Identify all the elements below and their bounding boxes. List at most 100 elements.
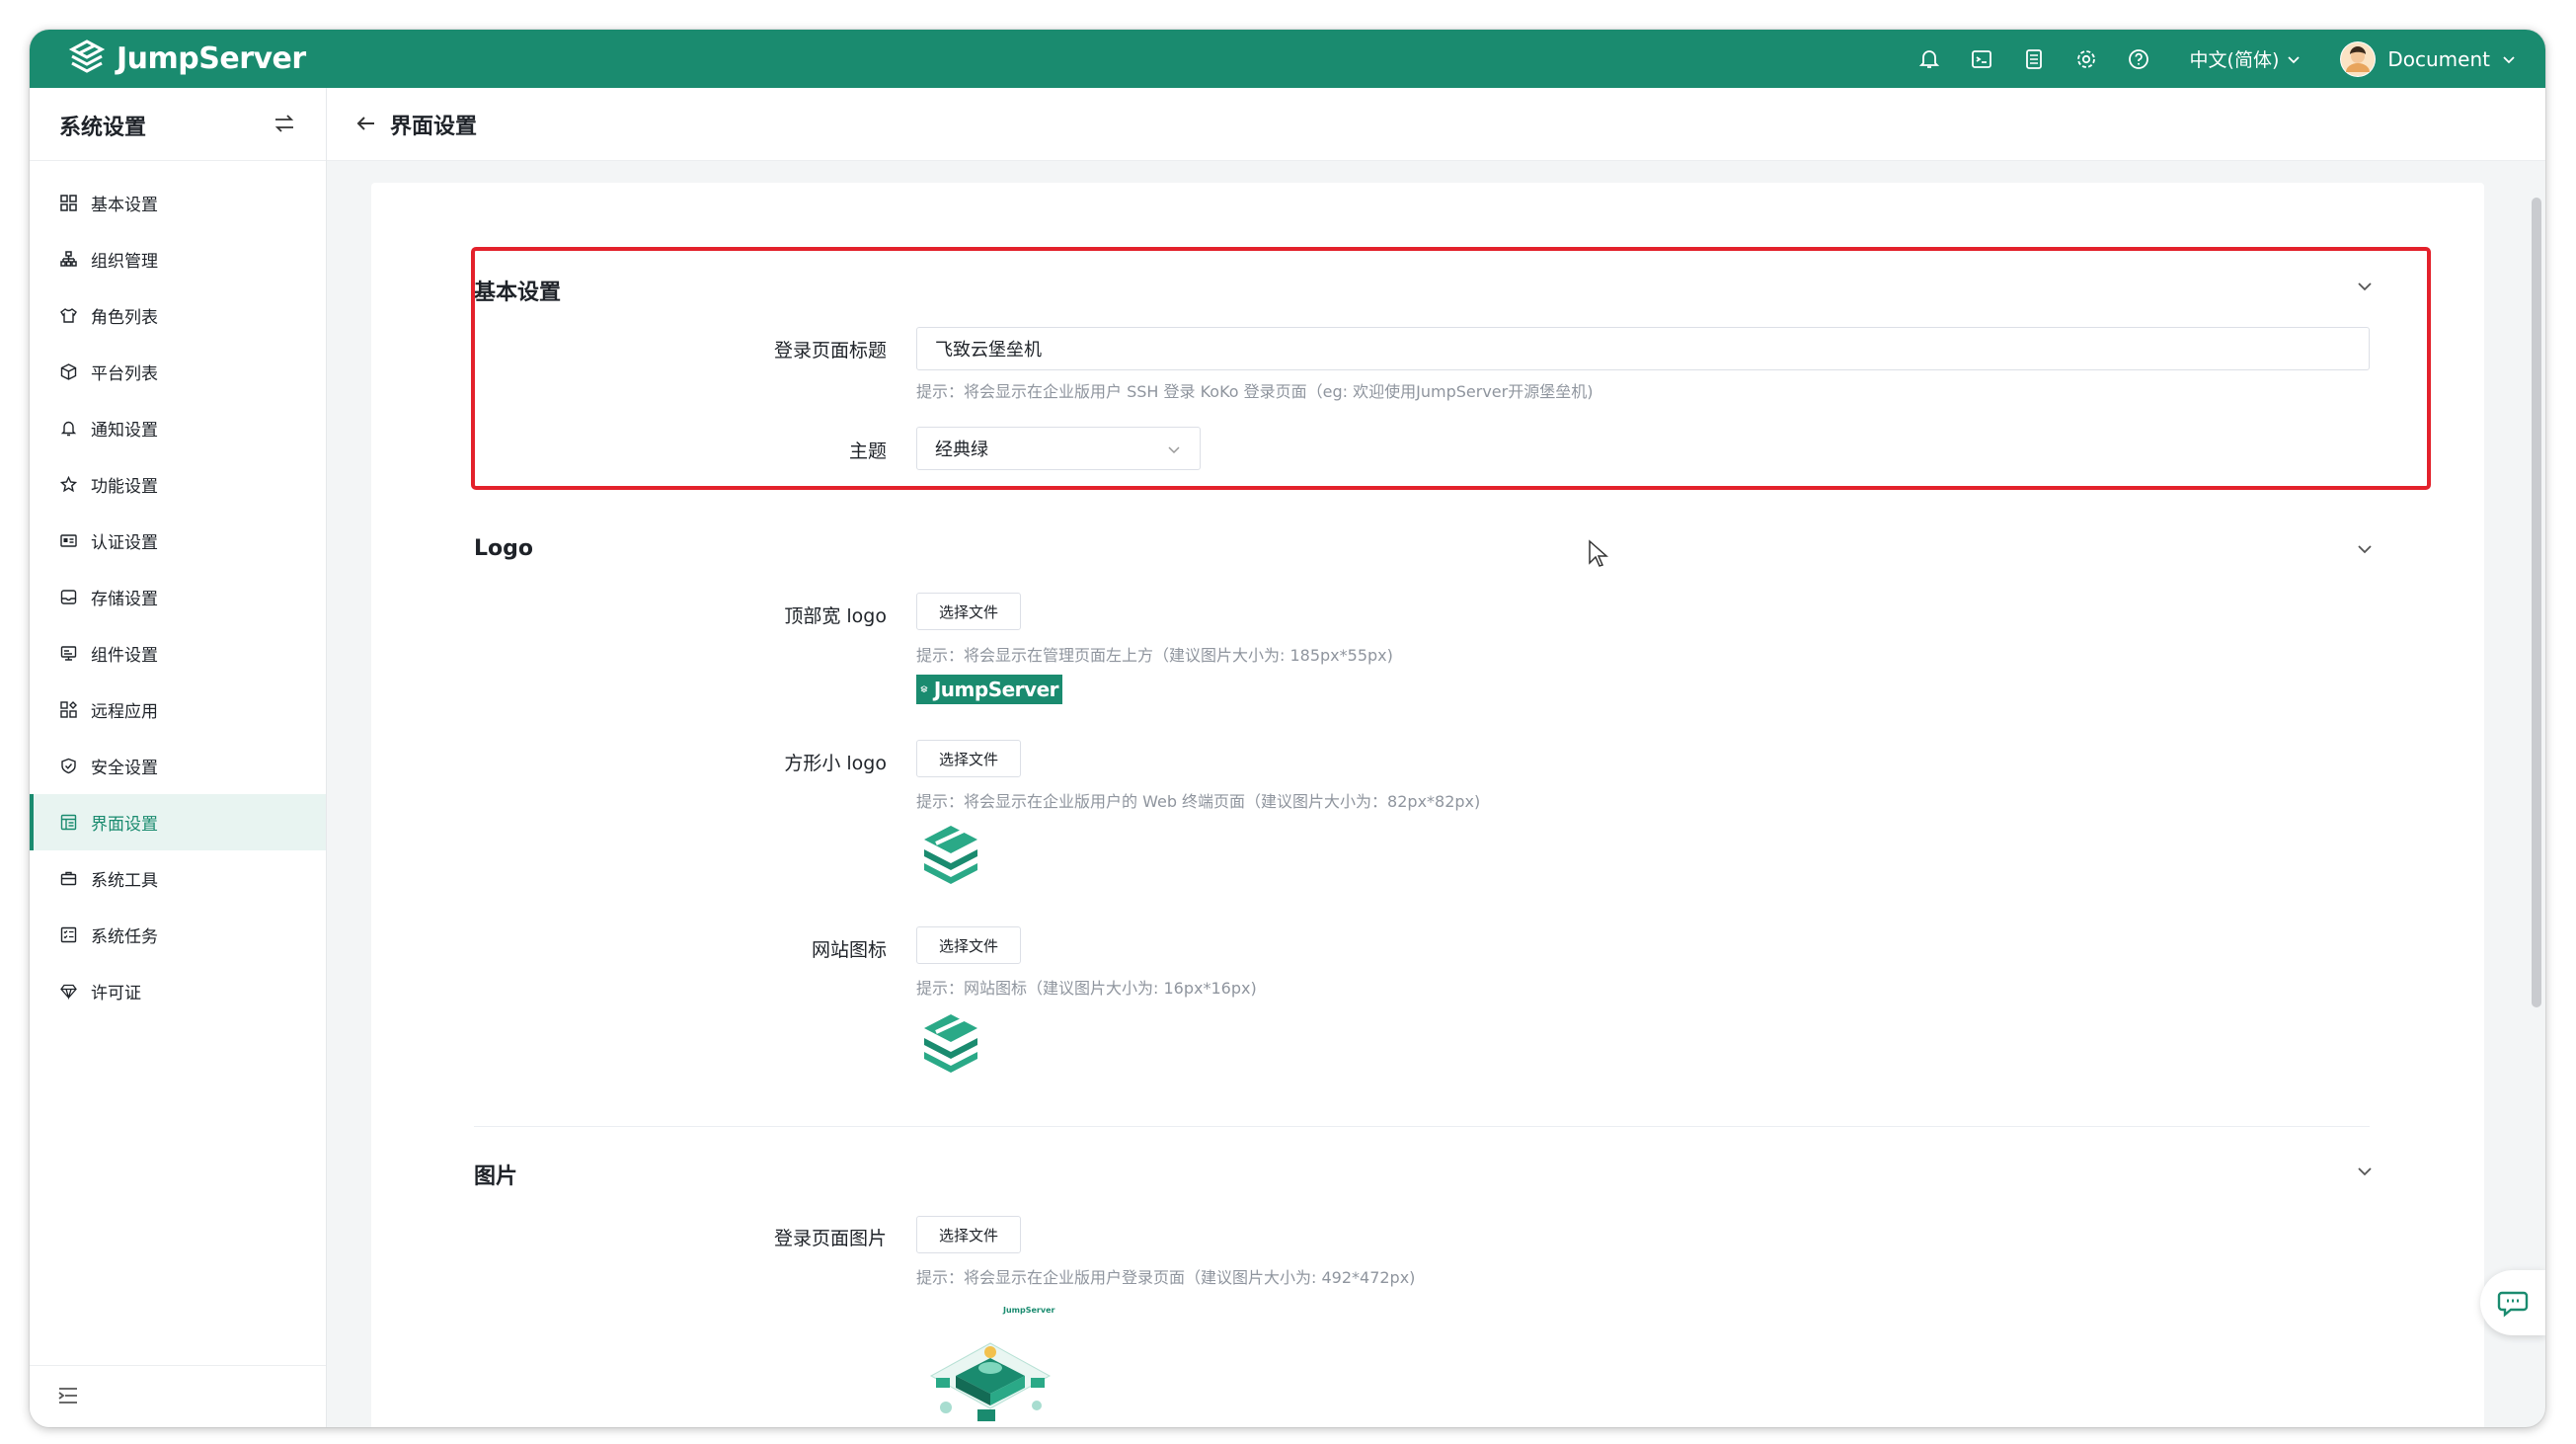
- top-logo-choose-file-button[interactable]: 选择文件: [916, 593, 1022, 630]
- theme-label: 主题: [848, 441, 887, 462]
- section-title-logo: Logo: [474, 536, 533, 561]
- section-title-basic: 基本设置: [474, 281, 562, 305]
- shirt-icon: [59, 307, 77, 325]
- square-logo-hint: 提示：将会显示在企业版用户的 Web 终端页面（建议图片大小为：82px*82p…: [916, 792, 1481, 811]
- sidebar-item-security[interactable]: 安全设置: [30, 738, 326, 794]
- top-logo-preview: JumpServer: [916, 675, 1062, 704]
- scrollbar-thumb[interactable]: [2532, 198, 2541, 1007]
- chevron-down-icon: [2503, 55, 2515, 63]
- page-header: 界面设置: [327, 88, 2545, 161]
- sidebar-item-storage[interactable]: 存储设置: [30, 569, 326, 625]
- theme-selected-value: 经典绿: [935, 440, 988, 460]
- sidebar-item-label: 系统任务: [91, 927, 158, 947]
- grid-icon: [59, 195, 77, 212]
- sidebar-item-auth[interactable]: 认证设置: [30, 513, 326, 569]
- square-logo-label: 方形小 logo: [784, 753, 887, 774]
- sidebar-item-platforms[interactable]: 平台列表: [30, 344, 326, 400]
- sidebar-item-label: 认证设置: [91, 533, 158, 553]
- sidebar-item-tools[interactable]: 系统工具: [30, 850, 326, 907]
- user-menu[interactable]: Document: [2340, 40, 2516, 77]
- login-image-preview-brand: JumpServer: [1003, 1306, 1055, 1315]
- sidebar: 系统设置 基本设置 组织管理 角色列表 平台列表 通知设置 功能设置 认证设置 …: [30, 88, 327, 1427]
- square-logo-preview-icon: [924, 826, 977, 884]
- sidebar-item-license[interactable]: 许可证: [30, 963, 326, 1019]
- document-icon[interactable]: [2023, 48, 2045, 70]
- sidebar-item-interface[interactable]: 界面设置: [30, 794, 326, 850]
- id-card-icon: [59, 532, 77, 550]
- sidebar-item-label: 通知设置: [91, 421, 158, 441]
- layout-icon: [59, 814, 77, 832]
- login-title-label: 登录页面标题: [773, 340, 887, 361]
- sidebar-item-notifications[interactable]: 通知设置: [30, 400, 326, 456]
- sidebar-item-components[interactable]: 组件设置: [30, 625, 326, 682]
- brand-name: JumpServer: [117, 40, 306, 76]
- sidebar-item-label: 系统工具: [91, 871, 158, 891]
- toolbox-icon: [59, 870, 77, 888]
- top-logo-label: 顶部宽 logo: [784, 605, 887, 627]
- favicon-hint: 提示：网站图标（建议图片大小为: 16px*16px): [916, 979, 1257, 998]
- org-icon: [59, 251, 77, 269]
- app-window: JumpServer 中文(简体) Document 系统设置 基本设置 组织管…: [30, 30, 2545, 1427]
- sidebar-item-features[interactable]: 功能设置: [30, 456, 326, 513]
- language-selector[interactable]: 中文(简体): [2190, 45, 2302, 72]
- brand-logo[interactable]: JumpServer: [67, 39, 306, 78]
- section-title-images: 图片: [474, 1164, 518, 1189]
- sidebar-item-label: 功能设置: [91, 477, 158, 497]
- square-logo-choose-file-button[interactable]: 选择文件: [916, 740, 1022, 777]
- chat-icon: [2497, 1291, 2529, 1318]
- login-image-hint: 提示：将会显示在企业版用户登录页面（建议图片大小为: 492*472px): [916, 1268, 1416, 1287]
- sidebar-item-label: 组件设置: [91, 646, 158, 666]
- terminal-icon[interactable]: [1971, 48, 1992, 70]
- switch-view-icon[interactable]: [273, 112, 296, 139]
- sidebar-item-label: 平台列表: [91, 364, 158, 384]
- bell-icon: [59, 420, 77, 438]
- sidebar-menu: 基本设置 组织管理 角色列表 平台列表 通知设置 功能设置 认证设置 存储设置 …: [30, 161, 326, 1019]
- top-logo-hint: 提示：将会显示在管理页面左上方（建议图片大小为: 185px*55px): [916, 646, 1393, 665]
- chevron-down-icon[interactable]: [2356, 1163, 2374, 1184]
- sidebar-item-remote-apps[interactable]: 远程应用: [30, 682, 326, 738]
- collapse-menu-icon[interactable]: [57, 1386, 79, 1409]
- sidebar-item-label: 角色列表: [91, 308, 158, 328]
- favicon-preview-icon: [924, 1014, 977, 1073]
- login-title-input[interactable]: [916, 327, 2370, 370]
- chevron-down-icon[interactable]: [2356, 278, 2374, 299]
- help-icon[interactable]: [2128, 48, 2149, 70]
- back-arrow-icon[interactable]: [354, 112, 378, 139]
- page-title: 界面设置: [390, 115, 478, 139]
- apps-icon: [59, 701, 77, 719]
- favicon-label: 网站图标: [811, 939, 887, 961]
- top-navbar: JumpServer 中文(简体) Document: [30, 30, 2545, 88]
- chevron-down-icon: [2288, 55, 2301, 63]
- sidebar-item-org[interactable]: 组织管理: [30, 231, 326, 287]
- gear-icon[interactable]: [2075, 48, 2097, 70]
- chevron-down-icon[interactable]: [2356, 540, 2374, 562]
- sidebar-item-basic[interactable]: 基本设置: [30, 175, 326, 231]
- theme-select[interactable]: 经典绿: [916, 427, 1201, 470]
- sidebar-header: 系统设置: [30, 88, 326, 161]
- topbar-actions: 中文(简体) Document: [1918, 30, 2545, 88]
- section-divider: [474, 1126, 2370, 1127]
- sidebar-item-tasks[interactable]: 系统任务: [30, 907, 326, 963]
- diamond-icon: [59, 983, 77, 1001]
- cube-icon: [59, 363, 77, 381]
- sidebar-item-label: 远程应用: [91, 702, 158, 722]
- jumpserver-logo-icon: [920, 685, 928, 692]
- language-label: 中文(简体): [2189, 49, 2280, 71]
- sidebar-item-roles[interactable]: 角色列表: [30, 287, 326, 344]
- sidebar-item-label: 组织管理: [91, 252, 158, 272]
- favicon-choose-file-button[interactable]: 选择文件: [916, 926, 1022, 964]
- login-image-label: 登录页面图片: [773, 1228, 887, 1249]
- login-image-choose-file-button[interactable]: 选择文件: [916, 1216, 1022, 1253]
- monitor-icon: [59, 645, 77, 663]
- sidebar-item-label: 安全设置: [91, 759, 158, 778]
- jumpserver-logo-icon: [68, 40, 106, 73]
- chat-support-button[interactable]: [2480, 1270, 2545, 1335]
- sidebar-item-label: 存储设置: [91, 590, 158, 609]
- bell-icon[interactable]: [1918, 48, 1940, 70]
- task-list-icon: [59, 926, 77, 944]
- user-name: Document: [2387, 46, 2490, 71]
- sidebar-item-label: 界面设置: [91, 815, 158, 835]
- top-logo-preview-text: JumpServer: [933, 678, 1059, 701]
- chevron-down-icon: [1166, 441, 1182, 462]
- star-icon: [59, 476, 77, 494]
